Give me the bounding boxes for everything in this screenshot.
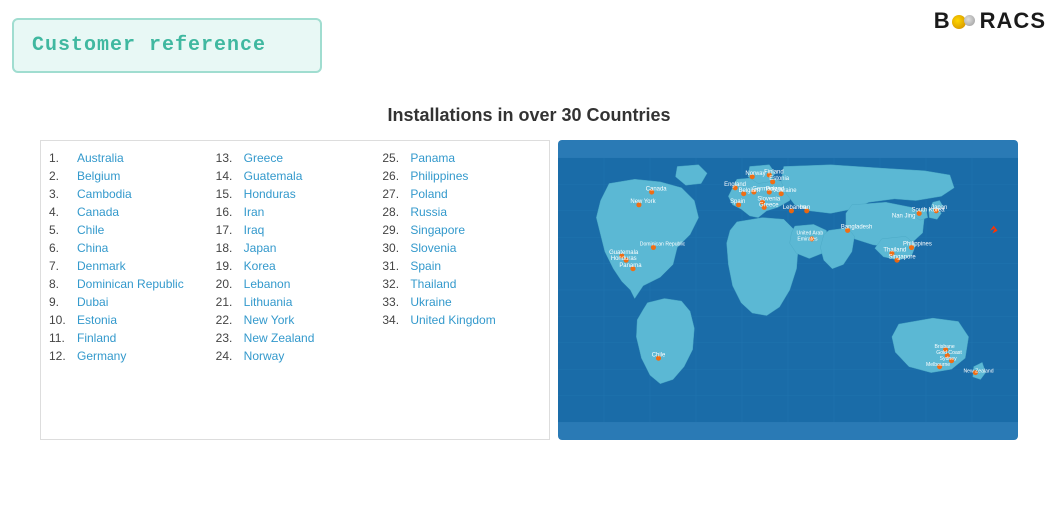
list-item: 10.Estonia	[49, 311, 208, 329]
list-item: 23.New Zealand	[216, 329, 375, 347]
svg-text:England: England	[724, 182, 746, 188]
list-item: 29.Singapore	[382, 221, 541, 239]
customer-reference-label: Customer reference	[32, 34, 266, 57]
list-item: 34.United Kingdom	[382, 311, 541, 329]
svg-text:Spain: Spain	[730, 199, 745, 205]
section-title: Installations in over 30 Countries	[40, 105, 1018, 126]
list-item: 20.Lebanon	[216, 275, 375, 293]
list-item: 19.Korea	[216, 257, 375, 275]
list-item: 25.Panama	[382, 149, 541, 167]
list-item: 17.Iraq	[216, 221, 375, 239]
list-item: 15.Honduras	[216, 185, 375, 203]
list-item: 32.Thailand	[382, 275, 541, 293]
countries-col-2: 13.Greece14.Guatemala15.Honduras16.Iran1…	[212, 149, 379, 431]
list-item: 8.Dominican Republic	[49, 275, 208, 293]
list-item: 28.Russia	[382, 203, 541, 221]
svg-text:Philippines: Philippines	[903, 242, 932, 248]
list-item: 16.Iran	[216, 203, 375, 221]
svg-text:Panama: Panama	[619, 263, 642, 269]
list-item: 9.Dubai	[49, 293, 208, 311]
svg-text:Emirates: Emirates	[797, 237, 818, 243]
svg-text:Canada: Canada	[646, 186, 668, 192]
list-item: 24.Norway	[216, 347, 375, 365]
svg-text:Dominican Republic: Dominican Republic	[640, 242, 686, 248]
list-item: 18.Japan	[216, 239, 375, 257]
countries-col-1: 1.Australia2.Belgium3.Cambodia4.Canada5.…	[45, 149, 212, 431]
svg-text:New Zealand: New Zealand	[963, 369, 993, 375]
list-item: 33.Ukraine	[382, 293, 541, 311]
svg-text:Estonia: Estonia	[769, 176, 790, 182]
svg-text:New York: New York	[630, 199, 655, 205]
list-item: 4.Canada	[49, 203, 208, 221]
svg-text:Finland: Finland	[764, 169, 784, 175]
main-content: Installations in over 30 Countries 1.Aus…	[0, 105, 1058, 440]
list-item: 7.Denmark	[49, 257, 208, 275]
list-item: 21.Lithuania	[216, 293, 375, 311]
list-item: 5.Chile	[49, 221, 208, 239]
list-item: 11.Finland	[49, 329, 208, 347]
list-item: 31.Spain	[382, 257, 541, 275]
list-item: 3.Cambodia	[49, 185, 208, 203]
svg-text:Gold Coast: Gold Coast	[936, 350, 962, 356]
list-item: 30.Slovenia	[382, 239, 541, 257]
svg-text:Japan: Japan	[931, 205, 947, 211]
svg-text:Guatemala: Guatemala	[609, 250, 639, 256]
list-item: 1.Australia	[49, 149, 208, 167]
list-item: 27.Poland	[382, 185, 541, 203]
world-map: Norway Finland Estonia England Belgium G…	[558, 140, 1018, 440]
svg-text:Poland: Poland	[766, 186, 785, 192]
countries-list: 1.Australia2.Belgium3.Cambodia4.Canada5.…	[40, 140, 550, 440]
svg-text:Thailand: Thailand	[883, 248, 906, 254]
boracs-logo: BRACS	[934, 8, 1046, 34]
svg-text:Brisbane: Brisbane	[935, 344, 955, 350]
list-item: 26.Philippines	[382, 167, 541, 185]
svg-text:Honduras: Honduras	[611, 256, 637, 262]
svg-text:Norway: Norway	[745, 171, 765, 177]
customer-reference-box: Customer reference	[12, 18, 322, 73]
svg-text:Sydney: Sydney	[940, 356, 957, 362]
svg-text:Melbourne: Melbourne	[926, 362, 950, 368]
svg-text:Nan Jing: Nan Jing	[892, 214, 916, 220]
list-item: 22.New York	[216, 311, 375, 329]
svg-text:Greece: Greece	[759, 203, 779, 209]
list-item: 6.China	[49, 239, 208, 257]
content-row: 1.Australia2.Belgium3.Cambodia4.Canada5.…	[40, 140, 1018, 440]
list-item: 2.Belgium	[49, 167, 208, 185]
list-item: 14.Guatemala	[216, 167, 375, 185]
svg-text:Bangladesh: Bangladesh	[841, 225, 872, 231]
svg-text:Slovenia: Slovenia	[757, 197, 781, 203]
svg-text:United Arab: United Arab	[797, 231, 824, 237]
list-item: 13.Greece	[216, 149, 375, 167]
svg-text:Iran: Iran	[800, 205, 810, 211]
countries-col-3: 25.Panama26.Philippines27.Poland28.Russi…	[378, 149, 545, 431]
list-item: 12.Germany	[49, 347, 208, 365]
svg-text:Chile: Chile	[652, 352, 666, 358]
svg-text:Singapore: Singapore	[889, 254, 917, 260]
